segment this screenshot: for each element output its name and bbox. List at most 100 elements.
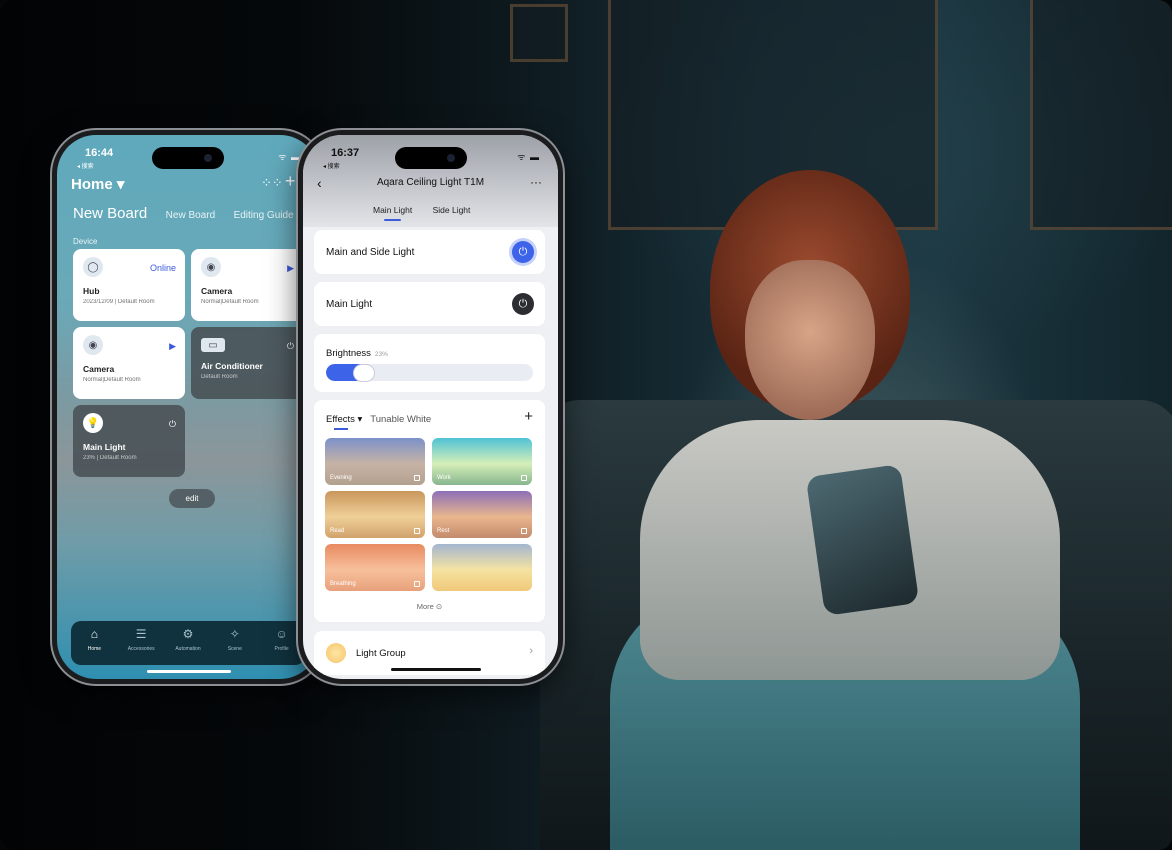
face [745,260,875,420]
board-tabs: New Board New Board Editing Guide [73,205,308,223]
device-card-camera[interactable]: ◉ ▶ Camera Normal|Default Room [73,327,185,399]
row-label: Main Light [326,299,373,310]
air-conditioner-icon: ▭ [201,338,225,352]
copy-icon[interactable] [414,581,420,587]
main-light-row[interactable]: Main Light ⏻ [314,282,545,326]
brightness-title: Brightness [326,348,371,359]
effect-tile-work[interactable]: Work [432,438,532,485]
copy-icon[interactable] [521,528,527,534]
effect-tile-breathing[interactable]: Breathing [325,544,425,591]
hub-icon: ◯ [83,257,103,277]
add-effect-icon[interactable]: + [524,408,533,425]
tab-automation[interactable]: ⚙ Automation [166,627,210,665]
held-phone [805,464,920,616]
play-icon[interactable]: ▶ [169,341,176,352]
profile-icon: ☺ [275,627,288,641]
home-board-phone: 16:44 ◂ 搜索 ᯤ ▬ Home ▾ ⁘⁘ + New Board New… [52,130,324,684]
device-sub: Normal|Default Room [83,377,141,383]
add-icon[interactable]: + [285,171,296,192]
light-control-phone: 16:37 ◂ 搜索 ᯤ ▬ ‹ Aqara Ceiling Light T1M… [298,130,563,684]
device-card-main-light[interactable]: 💡 ⏻ Main Light 23% | Default Room [73,405,185,477]
power-icon[interactable]: ⏻ [512,241,534,263]
camera-icon: ◉ [201,257,221,277]
device-card-hub[interactable]: ◯ Online Hub 2023/12/09 | Default Room [73,249,185,321]
device-sub: Default Room [201,374,238,380]
status-back-link[interactable]: ◂ 搜索 [323,161,340,170]
device-card-camera[interactable]: ◉ ▶ Camera Normal|Default Room [191,249,303,321]
tab-profile[interactable]: ☺ Profile [260,627,304,665]
device-card-air-conditioner[interactable]: ▭ ⏻ Air Conditioner Default Room [191,327,303,399]
home-dropdown[interactable]: Home ▾ [71,175,124,193]
power-icon[interactable]: ⏻ [169,419,176,430]
brightness-slider-knob[interactable] [354,365,374,381]
effects-dropdown[interactable]: Effects ▾ [326,414,362,425]
status-time: 16:44 [85,147,114,159]
main-and-side-light-row[interactable]: Main and Side Light ⏻ [314,230,545,274]
device-section-label: Device [73,237,98,246]
copy-icon[interactable] [414,528,420,534]
power-icon[interactable]: ⏻ [287,341,294,352]
status-back-link[interactable]: ◂ 搜索 [77,161,94,170]
effect-tile-rest[interactable]: Rest [432,491,532,538]
device-sub: 2023/12/09 | Default Room [83,299,155,305]
tab-scene[interactable]: ✧ Scene [213,627,257,665]
play-icon[interactable]: ▶ [287,263,294,274]
copy-icon[interactable] [521,475,527,481]
home-board-screen: 16:44 ◂ 搜索 ᯤ ▬ Home ▾ ⁘⁘ + New Board New… [57,135,319,679]
power-icon[interactable]: ⏻ [512,293,534,315]
automation-icon: ⚙ [182,627,194,641]
dynamic-island [152,147,224,169]
scene-icon: ✧ [229,627,240,641]
online-badge: Online [149,263,176,273]
tab-side-light[interactable]: Side Light [433,205,471,215]
home-indicator[interactable] [391,668,481,671]
device-name: Main Light [83,442,126,452]
camera-icon: ◉ [83,335,103,355]
status-time: 16:37 [331,147,360,159]
status-icons: ᯤ ▬ [278,152,301,162]
bulb-icon: 💡 [83,413,103,433]
light-control-screen: 16:37 ◂ 搜索 ᯤ ▬ ‹ Aqara Ceiling Light T1M… [303,135,558,679]
effects-underline [334,428,348,430]
home-indicator[interactable] [147,670,231,673]
dynamic-island [394,147,467,169]
tab-label: Accessories [127,646,155,652]
effect-name: Read [330,528,345,534]
tab-accessories[interactable]: ☰ Accessories [119,627,163,665]
tab-label: Scene [227,646,242,652]
home-icon: ⌂ [90,627,99,641]
tab-label: Automation [175,646,201,652]
grid-icon[interactable]: ⁘⁘ [261,175,283,191]
light-group-icon [326,643,346,663]
device-name: Camera [83,364,115,374]
device-sub: 23% | Default Room [83,455,137,461]
device-name: Hub [83,286,100,296]
device-name: Air Conditioner [201,361,263,371]
page-title: Aqara Ceiling Light T1M [376,177,485,188]
effect-name: Evening [330,475,352,481]
device-name: Camera [201,286,233,296]
effect-name: Breathing [330,581,356,587]
tab-main-light[interactable]: Main Light [373,205,412,215]
board-title[interactable]: New Board [73,205,147,222]
row-label: Main and Side Light [326,247,415,258]
effect-name: Work [437,475,451,481]
effect-tile-sunrise[interactable] [432,544,532,591]
tunable-white-tab[interactable]: Tunable White [370,414,431,425]
effects-card: Effects ▾ Tunable White + Evening Work Re… [314,400,545,622]
tab-label: Profile [274,646,289,652]
more-icon[interactable]: ··· [530,175,542,189]
copy-icon[interactable] [414,475,420,481]
brightness-percent: 23% [374,351,388,358]
tab-label: Home [87,646,102,652]
board-tab[interactable]: New Board [166,210,215,221]
effect-tile-read[interactable]: Read [325,491,425,538]
effect-tile-evening[interactable]: Evening [325,438,425,485]
tab-home[interactable]: ⌂ Home [72,627,116,665]
status-icons: ᯤ ▬ [517,152,540,162]
edit-button[interactable]: edit [169,489,215,508]
board-tab[interactable]: Editing Guide [234,210,294,221]
light-group-label: Light Group [356,648,406,659]
more-effects-link[interactable]: More ⊙ [314,602,545,611]
woman-using-phone [610,170,1090,850]
